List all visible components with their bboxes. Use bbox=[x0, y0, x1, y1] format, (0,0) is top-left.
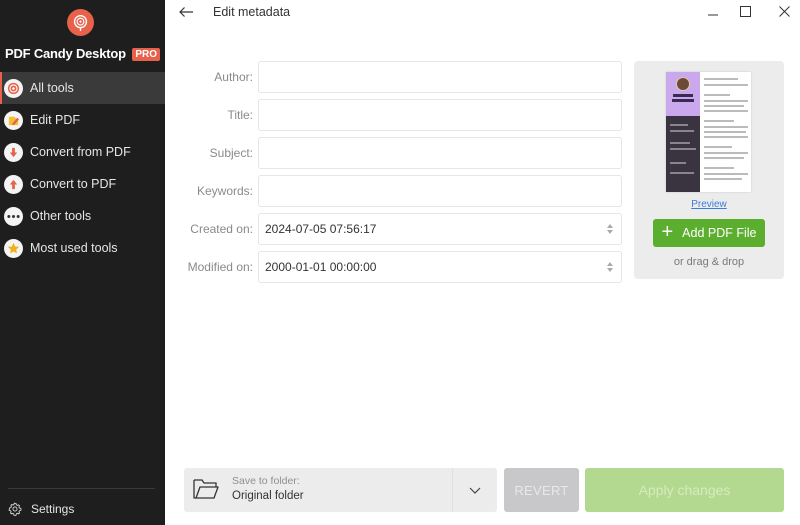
thumbnail-photo bbox=[676, 77, 690, 91]
swirl-icon bbox=[4, 78, 23, 98]
sidebar-divider bbox=[8, 488, 155, 489]
author-label: Author: bbox=[214, 70, 253, 84]
thumbnail-text bbox=[704, 100, 748, 102]
title-row: Title: bbox=[175, 99, 622, 133]
sidebar-item-label: Other tools bbox=[30, 209, 92, 223]
sidebar-item-other-tools[interactable]: Other tools bbox=[0, 200, 165, 232]
close-icon bbox=[778, 5, 790, 17]
folder-dropdown-button[interactable] bbox=[453, 468, 497, 512]
thumbnail-text bbox=[704, 178, 742, 180]
back-button[interactable] bbox=[175, 3, 197, 21]
arrow-down-icon bbox=[4, 142, 23, 162]
title-label: Title: bbox=[227, 108, 253, 122]
maximize-button[interactable] bbox=[734, 2, 756, 20]
thumbnail-text bbox=[670, 124, 688, 126]
modified-on-input[interactable] bbox=[258, 251, 622, 283]
save-folder-label: Save to folder: bbox=[232, 475, 300, 487]
thumbnail-text bbox=[704, 136, 748, 138]
subject-row: Subject: bbox=[175, 137, 622, 171]
author-row: Author: bbox=[175, 61, 622, 95]
thumbnail-text bbox=[670, 148, 696, 150]
thumbnail-text bbox=[673, 94, 693, 97]
sidebar-item-label: Convert to PDF bbox=[30, 177, 117, 191]
save-folder-selector[interactable]: Save to folder: Original folder bbox=[184, 468, 497, 512]
chevron-down-icon bbox=[469, 487, 481, 494]
sidebar-nav: All tools Edit PDF Convert from PDF Conv… bbox=[0, 72, 165, 264]
spinner-arrows-icon[interactable] bbox=[606, 223, 614, 235]
brand: PDF Candy Desktop PRO bbox=[0, 45, 165, 63]
save-folder-value: Original folder bbox=[232, 490, 304, 502]
page-title: Edit metadata bbox=[213, 5, 291, 19]
more-dots-icon bbox=[4, 206, 23, 226]
file-preview-panel: Preview + Add PDF File or drag & drop bbox=[634, 61, 784, 279]
sidebar-item-most-used-tools[interactable]: Most used tools bbox=[0, 232, 165, 264]
sidebar-item-label: Edit PDF bbox=[30, 113, 81, 127]
thumbnail-text bbox=[704, 84, 748, 86]
close-button[interactable] bbox=[773, 2, 795, 20]
modified-on-row: Modified on: bbox=[175, 251, 622, 285]
sidebar-item-convert-to-pdf[interactable]: Convert to PDF bbox=[0, 168, 165, 200]
settings-label: Settings bbox=[31, 502, 75, 516]
arrow-left-icon bbox=[179, 7, 193, 17]
sidebar: PDF Candy Desktop PRO All tools Edit PDF… bbox=[0, 0, 165, 525]
minimize-icon bbox=[708, 14, 718, 16]
sidebar-item-all-tools[interactable]: All tools bbox=[0, 72, 165, 104]
keywords-label: Keywords: bbox=[196, 184, 253, 198]
app-logo-icon bbox=[67, 9, 94, 36]
add-pdf-file-button[interactable]: + Add PDF File bbox=[653, 219, 765, 247]
pdf-thumbnail[interactable] bbox=[666, 72, 751, 192]
thumbnail-text bbox=[704, 152, 748, 154]
folder-icon bbox=[193, 479, 219, 499]
thumbnail-text bbox=[704, 173, 748, 175]
thumbnail-text bbox=[670, 130, 694, 132]
app-name: PDF Candy Desktop bbox=[5, 46, 126, 61]
sidebar-item-label: Convert from PDF bbox=[30, 145, 131, 159]
thumbnail-text bbox=[670, 142, 690, 144]
arrow-up-icon bbox=[4, 174, 23, 194]
maximize-icon bbox=[739, 5, 751, 17]
sidebar-item-settings[interactable]: Settings bbox=[0, 498, 165, 520]
created-on-label: Created on: bbox=[190, 222, 253, 236]
spinner-arrows-icon[interactable] bbox=[606, 261, 614, 273]
star-icon bbox=[4, 238, 23, 258]
thumbnail-text bbox=[704, 157, 744, 159]
thumbnail-text bbox=[704, 94, 730, 96]
thumbnail-text bbox=[704, 131, 746, 133]
apply-changes-button[interactable]: Apply changes bbox=[585, 468, 784, 512]
thumbnail-text bbox=[672, 99, 694, 102]
keywords-input[interactable] bbox=[258, 175, 622, 207]
sidebar-item-label: Most used tools bbox=[30, 241, 118, 255]
drag-drop-hint: or drag & drop bbox=[673, 256, 745, 268]
thumbnail-text bbox=[704, 120, 734, 122]
subject-input[interactable] bbox=[258, 137, 622, 169]
preview-link[interactable]: Preview bbox=[634, 199, 784, 210]
plus-icon: + bbox=[661, 221, 674, 243]
gear-icon bbox=[8, 502, 22, 516]
sidebar-item-label: All tools bbox=[30, 81, 74, 95]
created-on-row: Created on: bbox=[175, 213, 622, 247]
modified-on-label: Modified on: bbox=[187, 260, 253, 274]
add-pdf-file-label: Add PDF File bbox=[682, 226, 757, 240]
keywords-row: Keywords: bbox=[175, 175, 622, 209]
minimize-button[interactable] bbox=[702, 2, 724, 20]
sidebar-item-edit-pdf[interactable]: Edit PDF bbox=[0, 104, 165, 136]
thumbnail-text bbox=[704, 167, 734, 169]
edit-pencil-icon bbox=[4, 110, 23, 130]
pro-badge: PRO bbox=[132, 48, 160, 61]
created-on-input[interactable] bbox=[258, 213, 622, 245]
thumbnail-text bbox=[670, 172, 694, 174]
subject-label: Subject: bbox=[209, 146, 253, 160]
author-input[interactable] bbox=[258, 61, 622, 93]
thumbnail-text bbox=[670, 162, 686, 164]
thumbnail-text bbox=[704, 146, 732, 148]
thumbnail-text bbox=[704, 78, 738, 80]
thumbnail-text bbox=[704, 110, 748, 112]
revert-button[interactable]: REVERT bbox=[504, 468, 579, 512]
thumbnail-text bbox=[704, 105, 744, 107]
sidebar-item-convert-from-pdf[interactable]: Convert from PDF bbox=[0, 136, 165, 168]
thumbnail-text bbox=[704, 126, 748, 128]
title-input[interactable] bbox=[258, 99, 622, 131]
